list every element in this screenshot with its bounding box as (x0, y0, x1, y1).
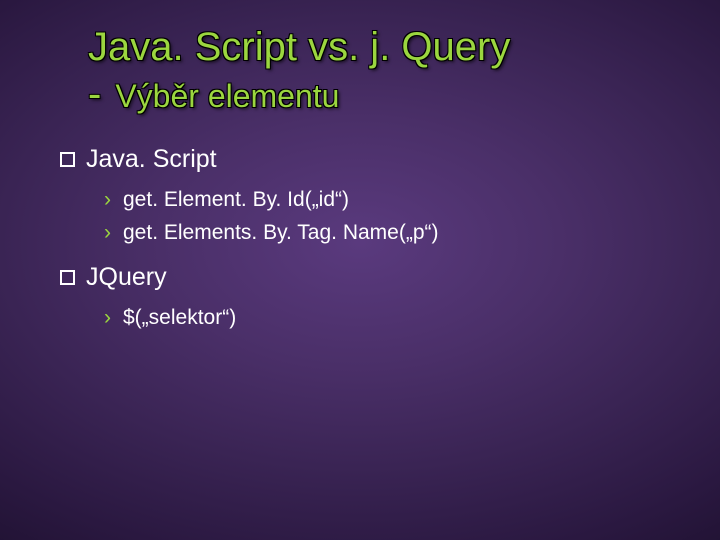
chevron-icon: › (104, 302, 111, 335)
slide-subtitle: Výběr elementu (115, 78, 339, 115)
chevron-icon: › (104, 217, 111, 250)
section-jquery: JQuery › $(„selektor“) (60, 263, 720, 335)
chevron-icon: › (104, 184, 111, 217)
section-heading-text: Java. Script (86, 145, 217, 174)
section-javascript: Java. Script › get. Element. By. Id(„id“… (60, 145, 720, 249)
slide-body: Java. Script › get. Element. By. Id(„id“… (60, 145, 720, 335)
slide-title: Java. Script vs. j. Query (88, 24, 720, 70)
slide-subtitle-row: - Výběr elementu (88, 72, 720, 117)
list-item: › get. Elements. By. Tag. Name(„p“) (104, 217, 720, 250)
slide: Java. Script vs. j. Query - Výběr elemen… (0, 0, 720, 540)
section-heading: JQuery (60, 263, 720, 292)
square-bullet-icon (60, 152, 75, 167)
list-item-text: get. Elements. By. Tag. Name(„p“) (123, 217, 439, 250)
list-item-text: $(„selektor“) (123, 302, 236, 335)
list-item-text: get. Element. By. Id(„id“) (123, 184, 349, 217)
list-item: › $(„selektor“) (104, 302, 720, 335)
list-item: › get. Element. By. Id(„id“) (104, 184, 720, 217)
section-heading: Java. Script (60, 145, 720, 174)
square-bullet-icon (60, 270, 75, 285)
subtitle-dash: - (88, 72, 101, 117)
section-heading-text: JQuery (86, 263, 167, 292)
